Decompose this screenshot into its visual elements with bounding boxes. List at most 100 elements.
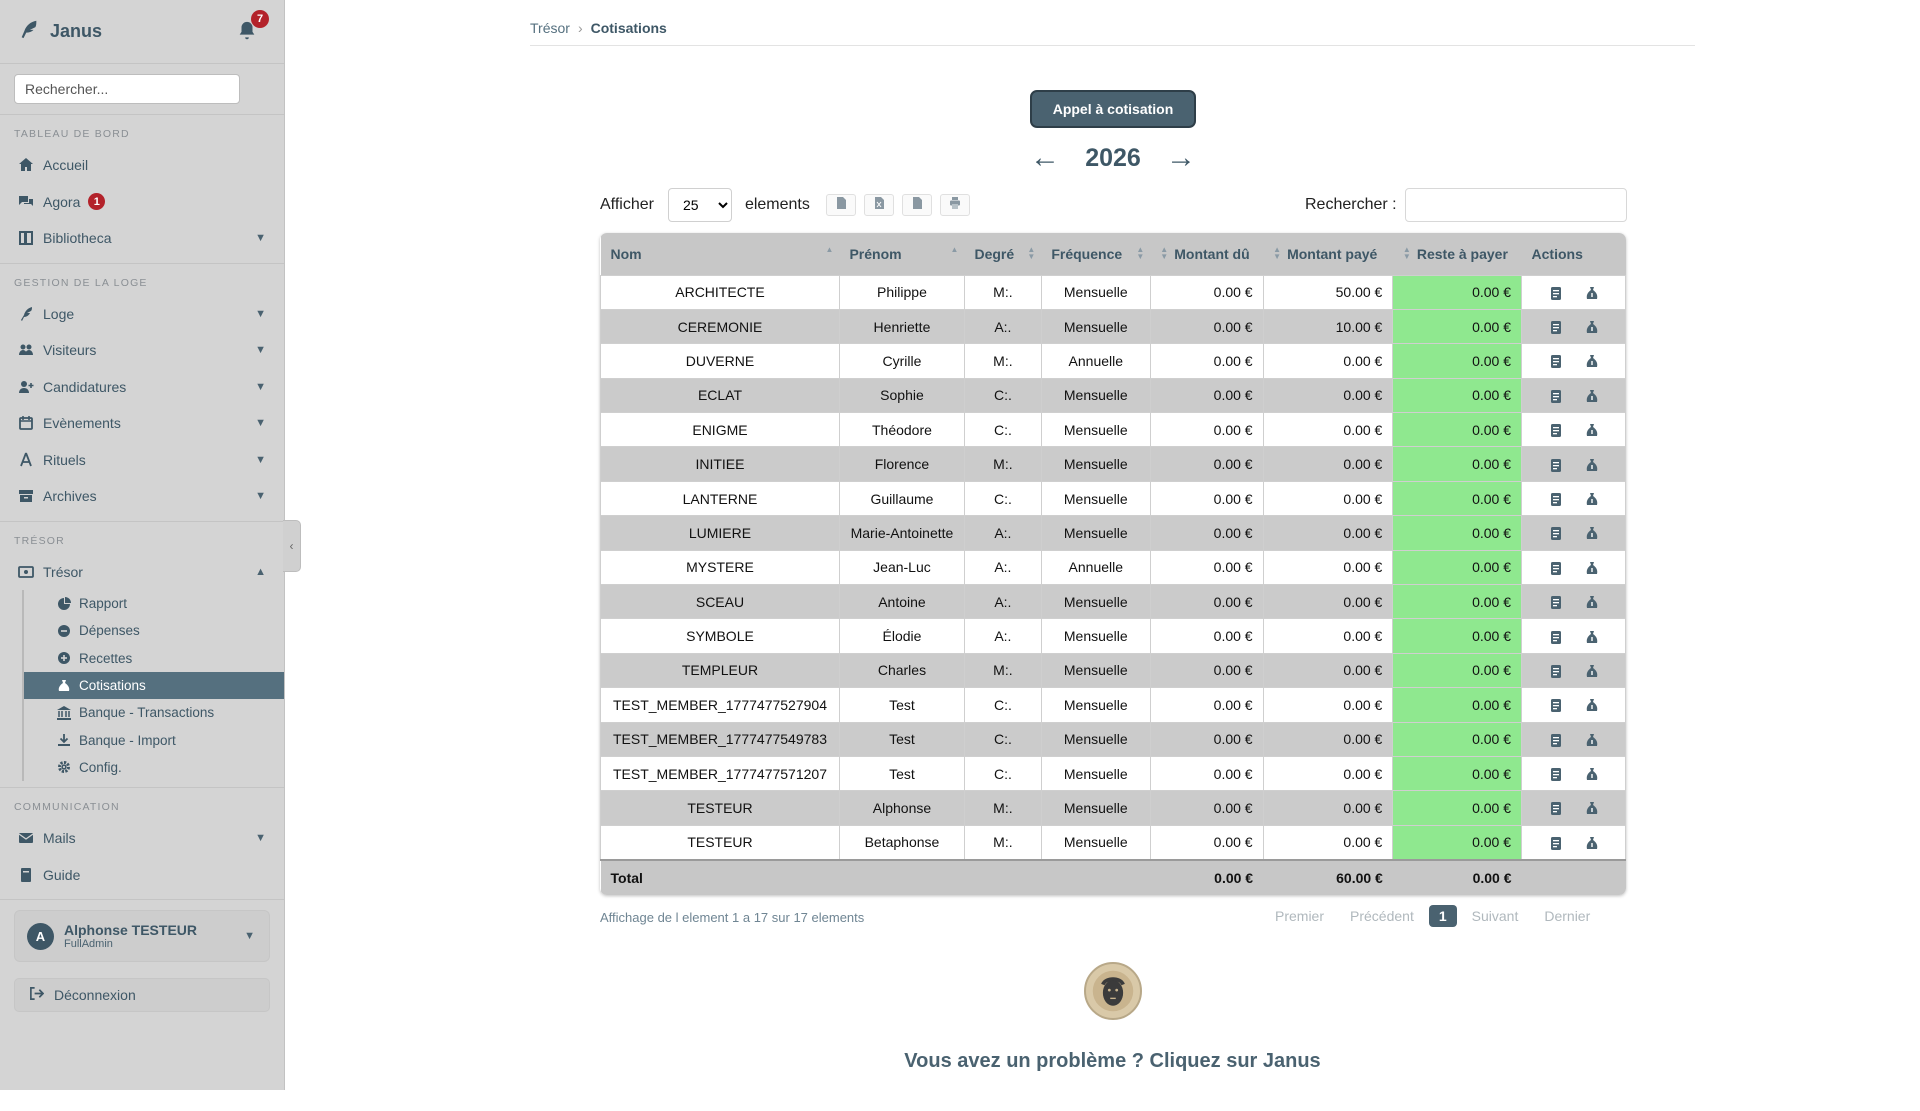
cell-frequence: Mensuelle xyxy=(1040,687,1151,723)
receipt-icon[interactable] xyxy=(1549,733,1563,748)
receipt-icon[interactable] xyxy=(1549,286,1563,301)
receipt-icon[interactable] xyxy=(1549,526,1563,541)
column-header-montant-paye[interactable]: Montant payé ▲ ▼ xyxy=(1263,233,1393,275)
sidebar-subitem-label: Rapport xyxy=(79,596,128,612)
sidebar-subitem-recettes[interactable]: Recettes xyxy=(24,645,284,672)
money-bag-icon[interactable] xyxy=(1585,423,1599,438)
janus-logo[interactable] xyxy=(1084,962,1142,1020)
cell-actions xyxy=(1521,308,1626,345)
sidebar-item-tresor[interactable]: Trésor ▲ xyxy=(0,554,284,591)
cell-frequence: Mensuelle xyxy=(1040,308,1151,345)
table-row: LANTERNE Guillaume C:. Mensuelle 0.00 €0.00 … xyxy=(600,480,1626,517)
sidebar-item-bibliotheca[interactable]: Bibliotheca ▼ xyxy=(0,220,284,257)
money-bag-icon[interactable] xyxy=(1585,389,1599,404)
sidebar-subitem-banque-transactions[interactable]: Banque - Transactions xyxy=(24,699,284,726)
collapse-sidebar-toggle[interactable]: ‹ xyxy=(283,520,301,572)
receipt-icon[interactable] xyxy=(1549,389,1563,404)
money-bag-icon[interactable] xyxy=(1585,561,1599,576)
receipt-icon[interactable] xyxy=(1549,458,1563,473)
logout-button[interactable]: Déconnexion xyxy=(14,978,270,1013)
table-row: ARCHITECTE Philippe M:. Mensuelle 0.00 €50.0… xyxy=(600,274,1626,310)
column-header-prenom[interactable]: Prénom ▲ xyxy=(839,233,965,275)
column-header-nom[interactable]: Nom ▲ xyxy=(600,233,840,275)
export-excel-button[interactable] xyxy=(863,194,894,216)
money-bag-icon[interactable] xyxy=(1585,458,1599,473)
money-bag-icon[interactable] xyxy=(1585,354,1599,369)
sidebar-item-candidatures[interactable]: Candidatures ▼ xyxy=(0,369,284,406)
cell-degre: C:. xyxy=(963,721,1042,757)
money-bag-icon[interactable] xyxy=(1585,664,1599,679)
cell-actions xyxy=(1521,687,1626,723)
sidebar-item-mails[interactable]: Mails ▼ xyxy=(0,820,284,857)
receipt-icon[interactable] xyxy=(1549,561,1563,576)
money-bag-icon[interactable] xyxy=(1585,630,1599,645)
receipt-icon[interactable] xyxy=(1549,767,1563,782)
page-size-select[interactable]: 25 xyxy=(667,188,732,222)
table-search-input[interactable] xyxy=(1404,188,1627,222)
cell-frequence: Mensuelle xyxy=(1040,515,1151,551)
export-csv-button[interactable] xyxy=(825,194,856,216)
user-info: Alphonse TESTEUR FullAdmin xyxy=(64,922,197,950)
pagination-first[interactable]: Premier xyxy=(1262,908,1337,924)
sidebar-item-visiteurs[interactable]: Visiteurs ▼ xyxy=(0,332,284,369)
money-bag-icon[interactable] xyxy=(1585,698,1599,713)
receipt-icon[interactable] xyxy=(1549,354,1563,369)
sidebar-item-guide[interactable]: Guide xyxy=(0,857,284,894)
arrow-left-icon[interactable]: ← xyxy=(1030,141,1060,175)
sidebar-search-input[interactable] xyxy=(14,74,240,104)
column-header-frequence[interactable]: Fréquence ▲ ▼ xyxy=(1041,233,1151,275)
breadcrumb-parent[interactable]: Trésor xyxy=(530,20,570,45)
sidebar-item-rituels[interactable]: Rituels ▼ xyxy=(0,442,284,479)
column-header-degre[interactable]: Degré ▲ ▼ xyxy=(964,233,1042,275)
money-bag-icon[interactable] xyxy=(1585,320,1599,335)
cell-frequence: Mensuelle xyxy=(1040,824,1151,861)
cell-actions xyxy=(1521,584,1626,620)
receipt-icon[interactable] xyxy=(1549,320,1563,335)
caret-down-icon: ▼ xyxy=(255,232,266,245)
sidebar-item-accueil[interactable]: Accueil xyxy=(0,147,284,184)
sidebar-item-archives[interactable]: Archives ▼ xyxy=(0,478,284,515)
receipt-icon[interactable] xyxy=(1549,664,1563,679)
money-bag-icon[interactable] xyxy=(1585,286,1599,301)
receipt-icon[interactable] xyxy=(1549,595,1563,610)
column-header-montant-du[interactable]: Montant dû ▲ ▼ xyxy=(1150,233,1264,275)
sidebar-item-loge[interactable]: Loge ▼ xyxy=(0,296,284,333)
arrow-right-icon[interactable]: → xyxy=(1166,141,1196,175)
receipt-icon[interactable] xyxy=(1549,801,1563,816)
receipt-icon[interactable] xyxy=(1549,836,1563,851)
receipt-icon[interactable] xyxy=(1549,698,1563,713)
pagination-next[interactable]: Suivant xyxy=(1459,908,1532,924)
user-card[interactable]: A Alphonse TESTEUR FullAdmin ▼ xyxy=(14,910,270,963)
money-bag-icon[interactable] xyxy=(1585,733,1599,748)
brand[interactable]: Janus xyxy=(18,18,102,45)
sidebar-subitem-config[interactable]: Config. xyxy=(24,754,284,781)
column-header-reste[interactable]: Reste à payer ▲ ▼ xyxy=(1392,233,1522,275)
export-pdf-button[interactable] xyxy=(901,194,932,216)
sidebar-subitem-rapport[interactable]: Rapport xyxy=(24,590,284,617)
cell-actions xyxy=(1521,824,1626,861)
cell-montant-du: 0.00 € xyxy=(1149,687,1264,723)
pagination-previous[interactable]: Précédent xyxy=(1337,908,1427,924)
print-button[interactable] xyxy=(939,194,970,216)
sidebar-item-agora[interactable]: Agora 1 xyxy=(0,184,284,221)
cell-nom: ENIGME xyxy=(600,412,840,448)
sidebar-subitem-cotisations[interactable]: Cotisations xyxy=(24,671,284,700)
money-bag-icon[interactable] xyxy=(1585,801,1599,816)
appel-cotisation-button[interactable]: Appel à cotisation xyxy=(1030,90,1196,128)
money-bag-icon[interactable] xyxy=(1585,836,1599,851)
receipt-icon[interactable] xyxy=(1549,423,1563,438)
sidebar-subitem-depenses[interactable]: Dépenses xyxy=(24,617,284,644)
cell-reste: 0.00 € xyxy=(1392,790,1523,826)
money-bag-icon[interactable] xyxy=(1585,595,1599,610)
help-text[interactable]: Vous avez un problème ? Cliquez sur Janu… xyxy=(530,1050,1695,1073)
cell-frequence: Mensuelle xyxy=(1040,446,1151,482)
sidebar-item-evenements[interactable]: Evènements ▼ xyxy=(0,405,284,442)
receipt-icon[interactable] xyxy=(1549,630,1563,645)
money-bag-icon[interactable] xyxy=(1585,492,1599,507)
money-bag-icon[interactable] xyxy=(1585,767,1599,782)
receipt-icon[interactable] xyxy=(1549,492,1563,507)
pagination-current-page[interactable]: 1 xyxy=(1428,905,1457,927)
pagination-last[interactable]: Dernier xyxy=(1531,908,1603,924)
sidebar-subitem-banque-import[interactable]: Banque - Import xyxy=(24,726,284,753)
money-bag-icon[interactable] xyxy=(1585,526,1599,541)
